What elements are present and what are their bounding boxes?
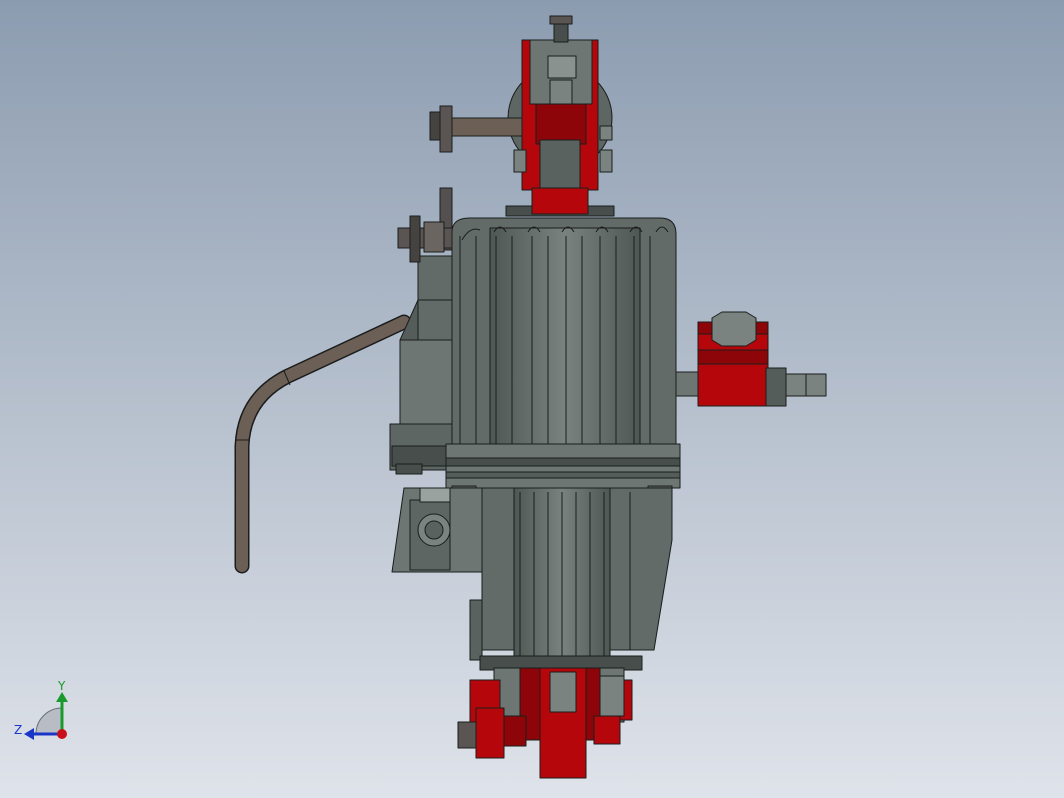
y-axis-label: Y: [57, 679, 66, 693]
motor-lower-body[interactable]: [479, 487, 673, 671]
z-axis-label: Z: [14, 723, 22, 737]
top-lifting-clamp[interactable]: [505, 15, 615, 217]
cad-viewport[interactable]: Y Z: [0, 0, 1064, 798]
x-axis-dot: [57, 729, 67, 739]
motor-upper-body[interactable]: [451, 217, 677, 447]
